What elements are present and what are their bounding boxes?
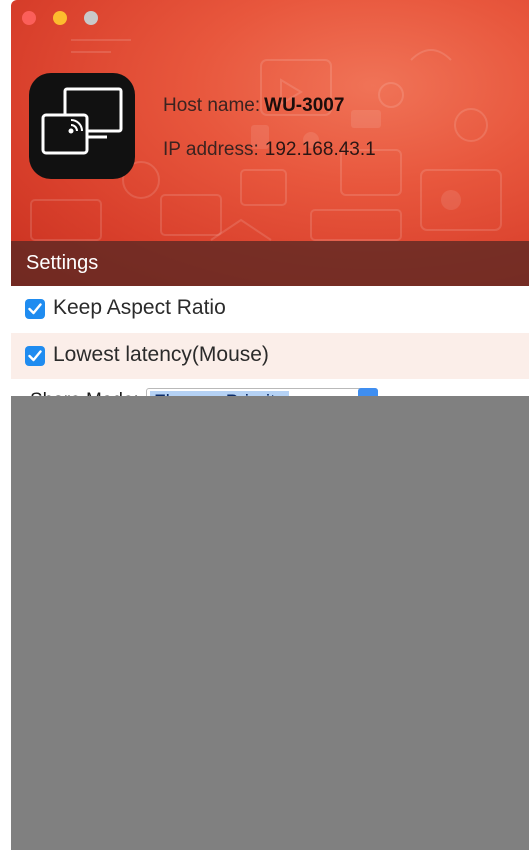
host-name-value: WU-3007: [264, 95, 345, 116]
lowest-latency-checkbox[interactable]: [25, 346, 45, 366]
host-name-label: Host name:: [163, 95, 261, 116]
minimize-window-button[interactable]: [53, 11, 67, 25]
keep-aspect-ratio-checkbox[interactable]: [25, 299, 45, 319]
ip-address-value: 192.168.43.1: [264, 139, 376, 160]
ip-address-label: IP address:: [163, 139, 259, 160]
gray-overlay: [11, 396, 529, 850]
checkmark-icon: [28, 350, 42, 362]
settings-title: Settings: [26, 252, 99, 274]
ip-address-row: IP address: 192.168.43.1: [163, 139, 376, 161]
settings-header: Settings: [11, 241, 529, 286]
screen-mirror-icon: [29, 73, 135, 179]
keep-aspect-ratio-option[interactable]: Keep Aspect Ratio: [11, 286, 529, 332]
lowest-latency-option[interactable]: Lowest latency(Mouse): [11, 333, 529, 379]
app-window: Host name: WU-3007 IP address: 192.168.43.…: [11, 0, 529, 850]
close-window-button[interactable]: [22, 11, 36, 25]
keep-aspect-ratio-label: Keep Aspect Ratio: [53, 296, 226, 319]
checkmark-icon: [28, 303, 42, 315]
lowest-latency-label: Lowest latency(Mouse): [53, 343, 269, 366]
header-banner: Host name: WU-3007 IP address: 192.168.43.…: [11, 0, 529, 286]
host-name-row: Host name: WU-3007: [163, 95, 344, 117]
maximize-window-button[interactable]: [84, 11, 98, 25]
